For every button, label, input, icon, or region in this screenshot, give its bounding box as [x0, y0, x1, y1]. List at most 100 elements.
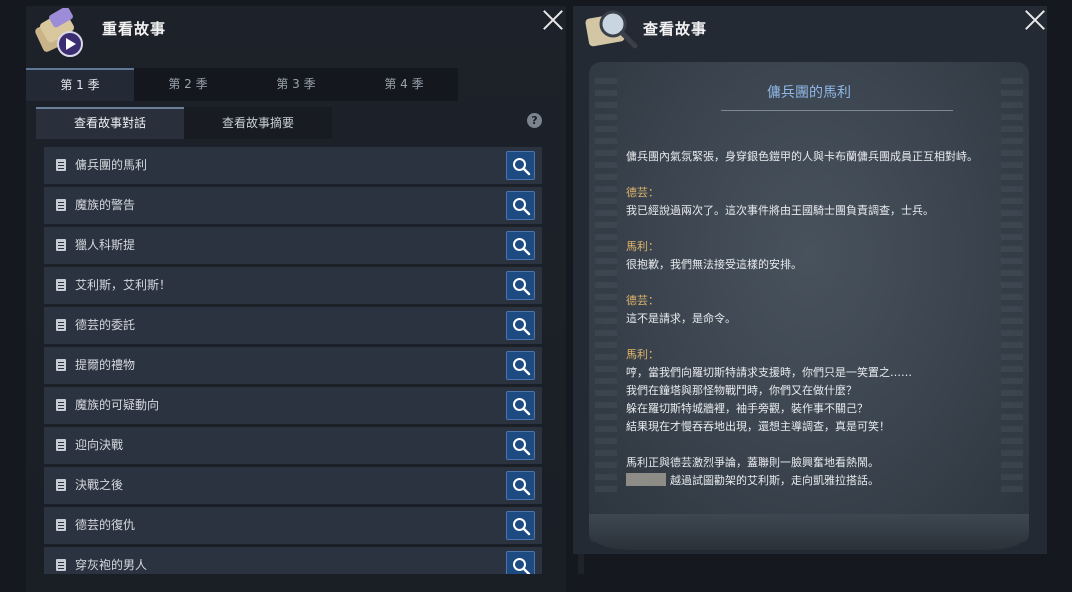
story-item-label: 傭兵團的馬利 — [75, 158, 148, 172]
dialogue-line: 躲在羅切斯特城牆裡，袖手旁觀，裝作事不關己？ — [626, 402, 868, 415]
search-icon — [513, 558, 531, 574]
dialogue-line: 我們在鐘塔與那怪物戰鬥時，你們又在做什麼？ — [626, 384, 857, 397]
search-icon — [513, 278, 531, 296]
magnifier-scroll-icon — [585, 10, 638, 49]
story-list-item[interactable]: 德芸的復仇 — [44, 507, 542, 544]
view-mode-tabs: 查看故事對話 查看故事摘要 — [36, 107, 332, 139]
speaker-name: 馬利： — [626, 348, 659, 361]
help-icon[interactable]: ? — [527, 113, 542, 128]
story-item-label: 魔族的可疑動向 — [75, 398, 160, 412]
search-icon — [513, 238, 531, 256]
speaker-name: 德芸： — [626, 294, 659, 307]
view-story-button[interactable] — [506, 471, 535, 500]
tab-story-summary[interactable]: 查看故事摘要 — [184, 107, 332, 139]
tab-season-4[interactable]: 第 4 季 — [350, 68, 458, 101]
story-item-label: 艾利斯，艾利斯！ — [75, 278, 172, 292]
search-icon — [513, 358, 531, 376]
story-item-label: 德芸的復仇 — [75, 518, 136, 532]
view-story-button[interactable] — [506, 311, 535, 340]
document-icon — [56, 399, 66, 411]
view-story-button[interactable] — [506, 231, 535, 260]
story-list-item[interactable]: 獵人科斯提 — [44, 227, 542, 264]
dialogue-line-text: 越過試圖勸架的艾利斯，走向凱雅拉搭話。 — [670, 474, 879, 487]
story-list-item[interactable]: 魔族的警告 — [44, 187, 542, 224]
close-icon[interactable] — [542, 9, 564, 31]
dialogue-line: 越過試圖勸架的艾利斯，走向凱雅拉搭話。 — [626, 472, 1006, 490]
panel-title: 查看故事 — [643, 20, 708, 38]
document-icon — [56, 279, 66, 291]
search-icon — [513, 318, 531, 336]
search-icon — [513, 478, 531, 496]
document-icon — [56, 319, 66, 331]
search-icon — [513, 198, 531, 216]
view-story-button[interactable] — [506, 351, 535, 380]
story-list-item[interactable]: 穿灰袍的男人 — [44, 547, 542, 574]
story-item-label: 迎向決戰 — [75, 438, 124, 452]
dialogue-line: 我已經說過兩次了。這次事件將由王國騎士團負責調查，士兵。 — [626, 204, 934, 217]
view-story-button[interactable] — [506, 551, 535, 574]
story-list-item[interactable]: 艾利斯，艾利斯！ — [44, 267, 542, 304]
dialogue-line: 馬利正與德芸激烈爭論，蓋聯則一臉興奮地看熱鬧。 — [626, 456, 879, 469]
story-list-item[interactable]: 決戰之後 — [44, 467, 542, 504]
story-item-label: 提爾的禮物 — [75, 358, 136, 372]
ornament-border-left — [595, 72, 617, 492]
story-list-item[interactable]: 魔族的可疑動向 — [44, 387, 542, 424]
story-list-item[interactable]: 提爾的禮物 — [44, 347, 542, 384]
season-tabs: 第 1 季 第 2 季 第 3 季 第 4 季 — [26, 68, 458, 101]
redacted-player-name — [626, 473, 666, 486]
dialogue-line: 傭兵團內氣氛緊張，身穿銀色鎧甲的人與卡布蘭傭兵團成員正互相對峙。 — [626, 150, 978, 163]
document-icon — [56, 199, 66, 211]
view-story-button[interactable] — [506, 271, 535, 300]
story-title: 傭兵團的馬利 — [767, 85, 851, 101]
panel-title: 重看故事 — [102, 20, 167, 38]
close-icon[interactable] — [1024, 9, 1046, 31]
dialogue-line: 結果現在才慢吞吞地出現，還想主導調查，真是可笑！ — [626, 420, 890, 433]
scroll-play-icon — [35, 8, 83, 57]
view-story-button[interactable] — [506, 151, 535, 180]
document-icon — [56, 559, 66, 571]
story-list-item[interactable]: 迎向決戰 — [44, 427, 542, 464]
view-story-button[interactable] — [506, 191, 535, 220]
story-list-panel: 重看故事 第 1 季 第 2 季 第 3 季 第 4 季 查看故事對話 查看故事… — [26, 6, 584, 592]
story-dialogue-text: 傭兵團內氣氛緊張，身穿銀色鎧甲的人與卡布蘭傭兵團成員正互相對峙。 德芸： 我已經說過… — [626, 148, 1006, 490]
document-icon — [56, 239, 66, 251]
parchment-curl — [589, 514, 1029, 550]
document-icon — [56, 519, 66, 531]
story-item-label: 獵人科斯提 — [75, 238, 136, 252]
dialogue-line: 哼，當我們向羅切斯特請求支援時，你們只是一笑置之…… — [626, 366, 912, 379]
search-icon — [513, 438, 531, 456]
document-icon — [56, 359, 66, 371]
story-list-item[interactable]: 德芸的委託 — [44, 307, 542, 344]
document-icon — [56, 159, 66, 171]
document-icon — [56, 479, 66, 491]
story-item-label: 穿灰袍的男人 — [75, 558, 148, 572]
story-list-item[interactable]: 傭兵團的馬利 — [44, 147, 542, 184]
story-list: 傭兵團的馬利 魔族的警告獵人科斯提艾利斯，艾利斯！ 德芸的委託提爾的禮物魔族的可疑動… — [44, 147, 542, 574]
story-replay-screen: 重看故事 第 1 季 第 2 季 第 3 季 第 4 季 查看故事對話 查看故事… — [0, 0, 1072, 592]
speaker-name: 德芸： — [626, 186, 659, 199]
panel-header: 重看故事 — [26, 6, 566, 68]
dialogue-line: 這不是請求，是命令。 — [626, 312, 736, 325]
view-story-button[interactable] — [506, 431, 535, 460]
story-view-panel: 查看故事 傭兵團的馬利 傭兵團內氣氛緊張，身穿銀色鎧甲的人與卡布蘭傭兵團成員正互… — [573, 6, 1047, 554]
document-icon — [56, 439, 66, 451]
dialogue-line: 很抱歉，我們無法接受這樣的安排。 — [626, 258, 802, 271]
tab-story-dialogue[interactable]: 查看故事對話 — [36, 107, 184, 139]
story-item-label: 決戰之後 — [75, 478, 124, 492]
story-item-label: 魔族的警告 — [75, 198, 136, 212]
tab-season-2[interactable]: 第 2 季 — [134, 68, 242, 101]
search-icon — [513, 518, 531, 536]
story-parchment: 傭兵團的馬利 傭兵團內氣氛緊張，身穿銀色鎧甲的人與卡布蘭傭兵團成員正互相對峙。德… — [589, 62, 1029, 550]
search-icon — [513, 158, 531, 176]
title-divider — [721, 110, 953, 111]
tab-season-1[interactable]: 第 1 季 — [26, 68, 134, 101]
view-story-button[interactable] — [506, 391, 535, 420]
view-story-button[interactable] — [506, 511, 535, 540]
story-item-label: 德芸的委託 — [75, 318, 136, 332]
tab-season-3[interactable]: 第 3 季 — [242, 68, 350, 101]
